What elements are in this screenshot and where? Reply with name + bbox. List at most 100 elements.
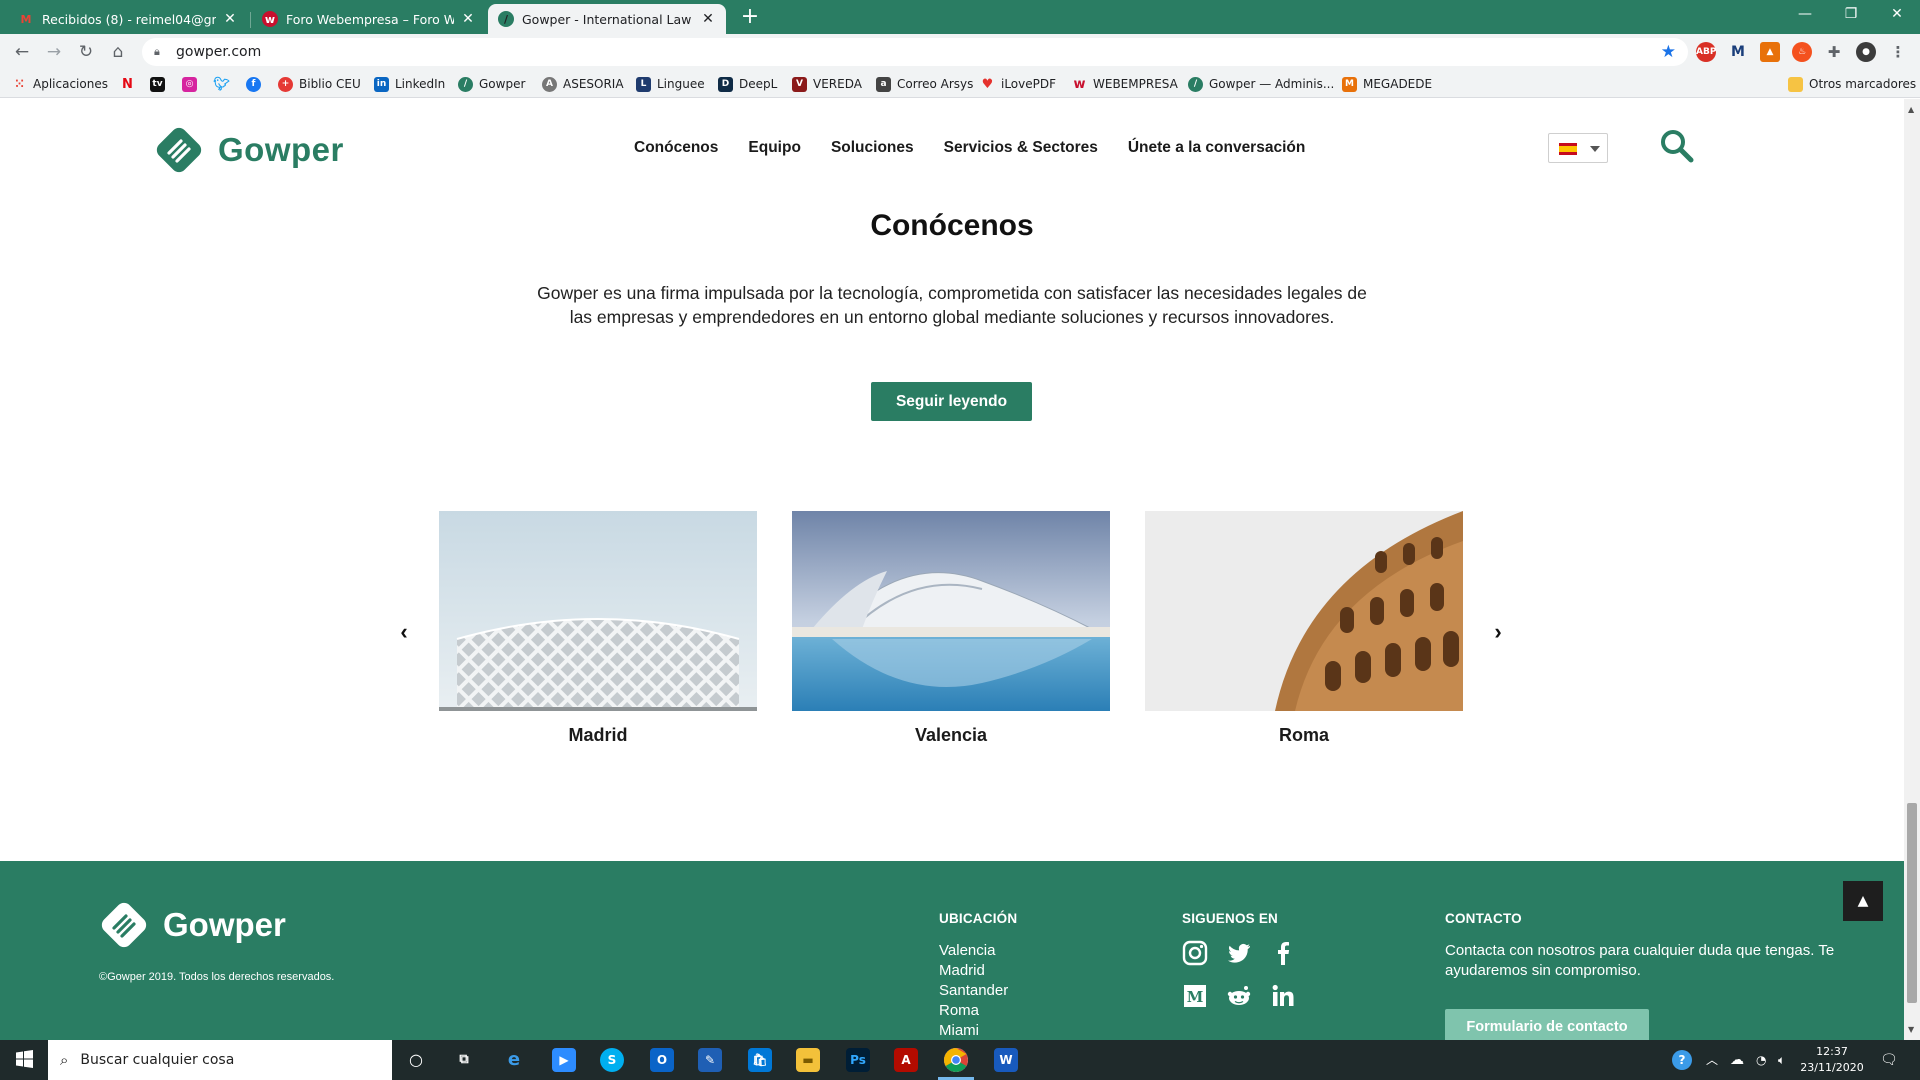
bookmark-vereda[interactable]: V VEREDA xyxy=(792,75,862,93)
bookmark-ilovepdf[interactable]: ♥ iLovePDF xyxy=(980,75,1056,93)
bookmark-linkedin[interactable]: in LinkedIn xyxy=(374,75,445,93)
location-item[interactable]: Roma xyxy=(939,1001,1008,1021)
adblock-icon[interactable]: ABP xyxy=(1696,42,1716,62)
nav-conocenos[interactable]: Conócenos xyxy=(634,139,718,157)
bookmark-netflix[interactable]: N xyxy=(120,75,141,93)
bookmark-instagram[interactable]: ◎ xyxy=(182,75,203,93)
location-item[interactable]: Santander xyxy=(939,981,1008,1001)
linguee-icon: L xyxy=(636,76,651,92)
notifications-icon[interactable]: 🗨︎ xyxy=(1880,1040,1898,1080)
city-card-roma[interactable]: Roma xyxy=(1145,511,1463,746)
bookmark-gowper-admin[interactable]: / Gowper — Adminis... xyxy=(1188,75,1334,93)
facebook-icon[interactable] xyxy=(1270,940,1296,966)
bookmark-gowper[interactable]: / Gowper xyxy=(458,75,525,93)
contact-form-button[interactable]: Formulario de contacto xyxy=(1445,1009,1649,1040)
home-icon[interactable]: ⌂ xyxy=(106,40,130,64)
menu-kebab-icon[interactable]: ⋮ xyxy=(1888,42,1908,62)
carousel-next-icon[interactable]: › xyxy=(1488,621,1508,643)
address-bar[interactable]: 🔒︎ gowper.com ★ xyxy=(142,38,1688,66)
file-explorer-icon[interactable]: ▬ xyxy=(796,1048,820,1072)
site-logo[interactable]: Gowper xyxy=(154,125,344,175)
reload-icon[interactable]: ↻ xyxy=(74,40,98,64)
system-clock[interactable]: 12:37 23/11/2020 xyxy=(1800,1044,1864,1076)
bookmark-deepl[interactable]: D DeepL xyxy=(718,75,777,93)
profile-avatar[interactable]: ● xyxy=(1856,42,1876,62)
read-more-button[interactable]: Seguir leyendo xyxy=(871,382,1032,421)
instagram-icon[interactable] xyxy=(1182,940,1208,966)
tab-gowper[interactable]: / Gowper - International Law Firm ✕ xyxy=(488,4,726,34)
close-tab-icon[interactable]: ✕ xyxy=(222,11,238,27)
close-tab-icon[interactable]: ✕ xyxy=(700,11,716,27)
bookmark-webempresa[interactable]: w WEBEMPRESA xyxy=(1072,75,1177,93)
word-icon[interactable]: W xyxy=(994,1048,1018,1072)
nav-unete-conversacion[interactable]: Únete a la conversación xyxy=(1128,139,1305,157)
outlook-icon[interactable]: O xyxy=(650,1048,674,1072)
scroll-down-icon[interactable]: ▼ xyxy=(1908,1025,1914,1034)
bookmark-star-icon[interactable]: ★ xyxy=(1661,42,1676,62)
store-icon[interactable]: 🛍︎ xyxy=(748,1048,772,1072)
apps-grid-icon: ⁙ xyxy=(14,77,25,91)
page-scrollbar[interactable]: ▲ ▼ xyxy=(1904,99,1920,1040)
medium-icon[interactable]: M xyxy=(1182,983,1208,1009)
close-window-icon[interactable]: ✕ xyxy=(1874,0,1920,28)
mailtrack-icon[interactable]: M xyxy=(1728,42,1748,62)
onedrive-icon[interactable]: ☁ xyxy=(1730,1040,1744,1080)
webpage: Gowper Conócenos Equipo Soluciones Servi… xyxy=(0,99,1904,1040)
task-view-icon[interactable]: ⧉ xyxy=(452,1048,476,1072)
linkedin-icon[interactable] xyxy=(1270,983,1296,1009)
bookmark-correo-arsys[interactable]: a Correo Arsys xyxy=(876,75,973,93)
scroll-up-icon[interactable]: ▲ xyxy=(1908,105,1914,114)
chevron-up-icon[interactable]: ︿ xyxy=(1706,1040,1718,1080)
bookmark-otros-marcadores[interactable]: Otros marcadores xyxy=(1788,75,1916,93)
reddit-icon[interactable] xyxy=(1226,983,1252,1009)
tab-webempresa[interactable]: w Foro Webempresa – Foro WordP ✕ xyxy=(252,4,486,34)
forward-arrow-icon[interactable]: → xyxy=(42,40,66,64)
back-arrow-icon[interactable]: ← xyxy=(10,40,34,64)
search-icon[interactable] xyxy=(1660,129,1694,163)
cortana-icon[interactable]: ○ xyxy=(404,1048,428,1072)
taskbar-search-input[interactable]: ⌕ Buscar cualquier cosa xyxy=(48,1040,392,1080)
extension-flame-icon[interactable]: ♨ xyxy=(1792,42,1812,62)
zoom-icon[interactable]: ▶ xyxy=(552,1048,576,1072)
footer-logo[interactable]: Gowper xyxy=(99,900,286,950)
minimize-icon[interactable]: — xyxy=(1782,0,1828,28)
bookmark-biblio-ceu[interactable]: + Biblio CEU xyxy=(278,75,361,93)
acrobat-icon[interactable]: A xyxy=(894,1048,918,1072)
location-item[interactable]: Madrid xyxy=(939,961,1008,981)
carousel-prev-icon[interactable]: ‹ xyxy=(394,621,414,643)
gowper-logo-icon xyxy=(156,127,202,173)
volume-icon[interactable]: 🔈︎ xyxy=(1778,1040,1785,1080)
bookmark-linguee[interactable]: L Linguee xyxy=(636,75,705,93)
help-icon[interactable]: ? xyxy=(1672,1050,1692,1070)
restore-icon[interactable]: ❐ xyxy=(1828,0,1874,28)
bookmark-asesoria[interactable]: A ASESORIA xyxy=(542,75,624,93)
new-tab-button[interactable]: + xyxy=(736,4,764,30)
bookmark-aplicaciones[interactable]: ⁙ Aplicaciones xyxy=(12,75,108,93)
nav-equipo[interactable]: Equipo xyxy=(748,139,801,157)
city-card-madrid[interactable]: Madrid xyxy=(439,511,757,746)
internet-explorer-icon[interactable]: e xyxy=(502,1048,526,1072)
twitter-icon[interactable] xyxy=(1226,940,1252,966)
city-card-valencia[interactable]: Valencia xyxy=(792,511,1110,746)
nav-servicios-sectores[interactable]: Servicios & Sectores xyxy=(944,139,1098,157)
location-item[interactable]: Miami xyxy=(939,1021,1008,1040)
photoshop-icon[interactable]: Ps xyxy=(846,1048,870,1072)
bookmark-megadede[interactable]: M MEGADEDE xyxy=(1342,75,1432,93)
location-item[interactable]: Valencia xyxy=(939,941,1008,961)
language-selector[interactable] xyxy=(1548,133,1608,163)
tab-gmail[interactable]: M Recibidos (8) - reimel04@gmail.c ✕ xyxy=(8,4,248,34)
close-tab-icon[interactable]: ✕ xyxy=(460,11,476,27)
windows-start-icon[interactable] xyxy=(0,1040,48,1080)
chrome-icon[interactable] xyxy=(944,1048,968,1072)
bookmark-atv[interactable]: tv xyxy=(150,75,171,93)
scrollbar-thumb[interactable] xyxy=(1907,803,1917,1003)
nav-soluciones[interactable]: Soluciones xyxy=(831,139,914,157)
back-to-top-button[interactable]: ▲ xyxy=(1843,881,1883,921)
bookmark-facebook[interactable]: f xyxy=(246,75,267,93)
bookmark-twitter[interactable]: 🐦︎ xyxy=(213,75,235,93)
pen-app-icon[interactable]: ✎ xyxy=(698,1048,722,1072)
puzzle-extensions-icon[interactable]: ✚ xyxy=(1824,42,1844,62)
extension-icon[interactable]: ▲ xyxy=(1760,42,1780,62)
wifi-icon[interactable]: ◔ xyxy=(1756,1040,1766,1080)
skype-icon[interactable]: S xyxy=(600,1048,624,1072)
